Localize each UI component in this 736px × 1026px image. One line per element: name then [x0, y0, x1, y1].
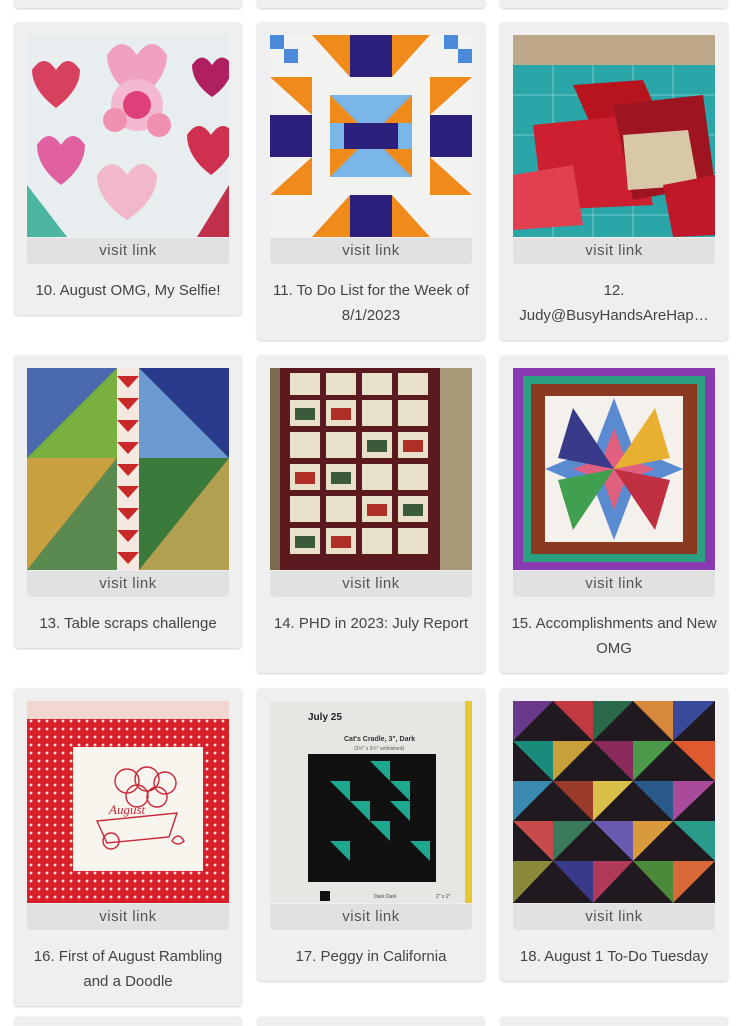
- previous-card-edge: [14, 0, 242, 8]
- scrappy-string-quilt-image: [27, 368, 229, 570]
- visit-link-button[interactable]: visit link: [27, 238, 229, 264]
- thumbnail-image[interactable]: [27, 368, 229, 570]
- link-card[interactable]: August visit link 16. First of August Ra…: [14, 688, 242, 1006]
- link-card[interactable]: visit link 14. PHD in 2023: July Report: [257, 355, 485, 673]
- next-card-edge: [14, 1018, 242, 1026]
- thumbnail-image[interactable]: August: [27, 701, 229, 903]
- scrappy-star-quilt-image: [513, 368, 715, 570]
- pink-hearts-quilt-image: [27, 35, 229, 237]
- visit-link-button[interactable]: visit link: [270, 238, 472, 264]
- entry-title[interactable]: 14. PHD in 2023: July Report: [265, 611, 477, 636]
- entry-title-line: 12.: [603, 282, 625, 299]
- visit-link-button[interactable]: visit link: [513, 238, 715, 264]
- next-card-edge: [500, 1018, 728, 1026]
- entry-title-line: Judy@BusyHandsAreHap…: [519, 307, 709, 324]
- link-card[interactable]: visit link 11. To Do List for the Week o…: [257, 22, 485, 340]
- visit-link-button[interactable]: visit link: [513, 904, 715, 930]
- visit-link-button[interactable]: visit link: [270, 904, 472, 930]
- block-scheme: Dark Dark: [374, 894, 397, 900]
- folk-art-block-quilt-image: [270, 368, 472, 570]
- link-card[interactable]: visit link 10. August OMG, My Selfie!: [14, 22, 242, 315]
- entry-title[interactable]: 15. Accomplishments and New OMG: [508, 611, 720, 661]
- visit-link-button[interactable]: visit link: [270, 571, 472, 597]
- thumbnail-image[interactable]: [513, 701, 715, 903]
- entry-title[interactable]: 17. Peggy in California: [265, 944, 477, 969]
- next-card-edge: [257, 1018, 485, 1026]
- entry-title[interactable]: 13. Table scraps challenge: [22, 611, 234, 636]
- red-scraps-on-mat-image: [513, 35, 715, 237]
- link-card[interactable]: visit link 13. Table scraps challenge: [14, 355, 242, 648]
- thumbnail-image[interactable]: [270, 368, 472, 570]
- previous-card-edge: [257, 0, 485, 8]
- visit-link-button[interactable]: visit link: [27, 904, 229, 930]
- entry-title[interactable]: 18. August 1 To-Do Tuesday: [508, 944, 720, 969]
- block-size: (3½" x 3½" unfinished): [354, 745, 405, 752]
- orange-blue-star-quilt-image: [270, 35, 472, 237]
- entry-title[interactable]: 16. First of August Rambling and a Doodl…: [22, 944, 234, 994]
- thumbnail-image[interactable]: [270, 35, 472, 237]
- block-unit: 2" x 2": [436, 894, 451, 900]
- link-card[interactable]: visit link 15. Accomplishments and New O…: [500, 355, 728, 673]
- entry-title[interactable]: 10. August OMG, My Selfie!: [22, 278, 234, 303]
- link-card[interactable]: visit link 18. August 1 To-Do Tuesday: [500, 688, 728, 981]
- previous-card-edge: [500, 0, 728, 8]
- thumbnail-image[interactable]: [27, 35, 229, 237]
- block-date: July 25: [308, 712, 342, 723]
- link-card[interactable]: July 25 Cat's Cradle, 3", Dark (3½" x 3½…: [257, 688, 485, 981]
- entry-title[interactable]: 11. To Do List for the Week of 8/1/2023: [265, 278, 477, 328]
- august-redwork-image: August: [27, 701, 229, 903]
- visit-link-button[interactable]: visit link: [27, 571, 229, 597]
- embroidery-word: August: [108, 802, 146, 817]
- thumbnail-image[interactable]: [513, 35, 715, 237]
- thumbnail-image[interactable]: July 25 Cat's Cradle, 3", Dark (3½" x 3½…: [270, 701, 472, 903]
- entry-title[interactable]: 12. Judy@BusyHandsAreHap…: [508, 278, 720, 328]
- cats-cradle-block-image: July 25 Cat's Cradle, 3", Dark (3½" x 3½…: [270, 701, 472, 903]
- block-name: Cat's Cradle, 3", Dark: [344, 736, 415, 743]
- multicolor-triangle-quilt-image: [513, 701, 715, 903]
- visit-link-button[interactable]: visit link: [513, 571, 715, 597]
- thumbnail-image[interactable]: [513, 368, 715, 570]
- link-card[interactable]: visit link 12. Judy@BusyHandsAreHap…: [500, 22, 728, 340]
